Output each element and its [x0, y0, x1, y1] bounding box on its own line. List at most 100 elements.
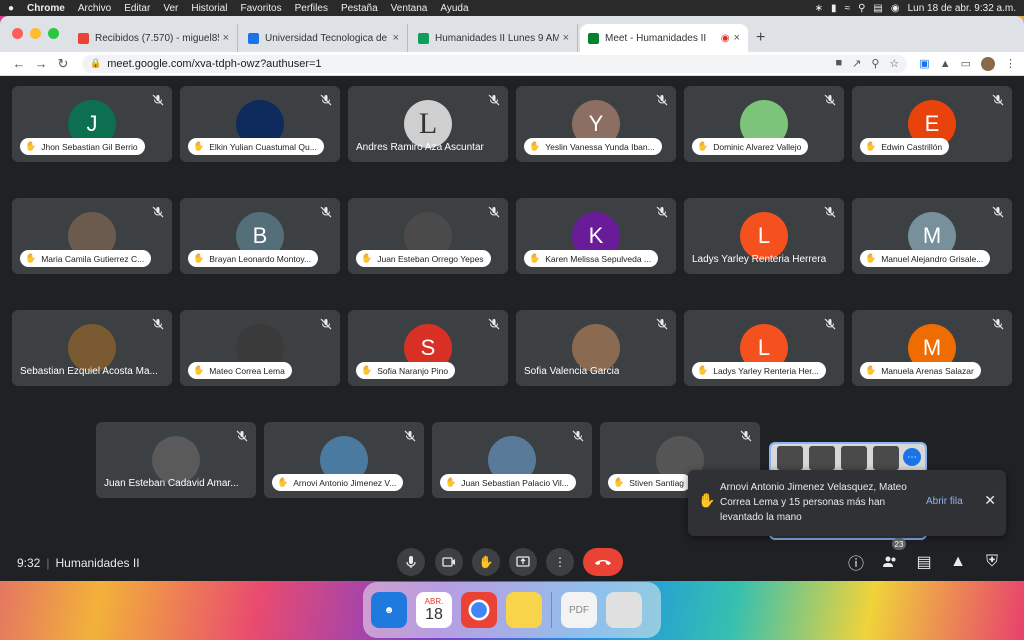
- search-icon[interactable]: ⚲: [858, 3, 865, 14]
- chrome-icon[interactable]: [461, 592, 497, 628]
- raised-hand-icon: ✋: [865, 365, 877, 375]
- browser-window: Recibidos (7.570) - miguel85@ × Universi…: [0, 16, 1024, 581]
- mic-off-icon: [236, 429, 248, 442]
- trash-icon[interactable]: [606, 592, 642, 628]
- camera-in-use-icon[interactable]: ■: [835, 57, 842, 70]
- camera-button[interactable]: [435, 548, 463, 576]
- open-queue-button[interactable]: Abrir fila: [926, 496, 963, 507]
- activities-icon[interactable]: ▲: [948, 552, 968, 572]
- close-tab-icon[interactable]: ×: [393, 32, 399, 44]
- participant-tile[interactable]: ✋ Maria Camila Gutierrez C...: [12, 198, 172, 274]
- chrome-menu-icon[interactable]: ⋮: [1005, 57, 1016, 70]
- profile-avatar[interactable]: [981, 56, 995, 71]
- participant-tile[interactable]: E ✋ Edwin Castrillón: [852, 86, 1012, 162]
- participant-tile[interactable]: J ✋ Jhon Sebastian Gil Berrio: [12, 86, 172, 162]
- participant-tile[interactable]: L Ladys Yarley Renteria Herrera: [684, 198, 844, 274]
- participant-tile[interactable]: Sebastian Ezquiel Acosta Ma...: [12, 310, 172, 386]
- extensions-icon[interactable]: ▲: [940, 58, 951, 70]
- tab-utp[interactable]: Universidad Tecnologica de Pe ×: [240, 24, 408, 52]
- participant-tile[interactable]: Y ✋ Yeslin Vanessa Yunda Iban...: [516, 86, 676, 162]
- participant-tile[interactable]: Sofia Valencia Garcia: [516, 310, 676, 386]
- menu-ventana[interactable]: Ventana: [391, 3, 428, 14]
- host-controls-icon[interactable]: ⛨: [982, 552, 1002, 572]
- more-options-icon[interactable]: ⋯: [903, 448, 921, 466]
- participant-tile[interactable]: M ✋ Manuela Arenas Salazar: [852, 310, 1012, 386]
- zoom-window-button[interactable]: [48, 28, 59, 39]
- participant-name-pill: ✋ Ladys Yarley Renteria Her...: [692, 362, 826, 379]
- share-icon[interactable]: ↗: [852, 57, 861, 70]
- people-icon[interactable]: [880, 552, 900, 572]
- menubar-clock[interactable]: Lun 18 de abr. 9:32 a.m.: [908, 3, 1016, 14]
- wifi-icon[interactable]: ≈: [845, 3, 851, 14]
- menu-perfiles[interactable]: Perfiles: [295, 3, 328, 14]
- new-tab-button[interactable]: +: [756, 24, 765, 52]
- tab-classroom[interactable]: Humanidades II Lunes 9 AM - ×: [410, 24, 578, 52]
- menu-historial[interactable]: Historial: [191, 3, 227, 14]
- menu-favoritos[interactable]: Favoritos: [240, 3, 281, 14]
- participant-tile[interactable]: L ✋ Ladys Yarley Renteria Her...: [684, 310, 844, 386]
- participant-tile[interactable]: ✋ Juan Esteban Orrego Yepes: [348, 198, 508, 274]
- app-menu[interactable]: Chrome: [27, 3, 65, 14]
- translate-icon[interactable]: ▣: [919, 57, 929, 70]
- reload-icon[interactable]: ↻: [52, 56, 74, 72]
- mic-off-icon: [824, 93, 836, 106]
- more-options-button[interactable]: ⋮: [546, 548, 574, 576]
- microphone-button[interactable]: [397, 548, 425, 576]
- participant-tile[interactable]: K ✋ Karen Melissa Sepulveda ...: [516, 198, 676, 274]
- menu-archivo[interactable]: Archivo: [78, 3, 111, 14]
- apple-menu-icon[interactable]: ●: [8, 3, 14, 14]
- url-text: meet.google.com/xva-tdph-owz?authuser=1: [107, 57, 322, 70]
- tab-gmail[interactable]: Recibidos (7.570) - miguel85@ ×: [70, 24, 238, 52]
- menu-ayuda[interactable]: Ayuda: [440, 3, 468, 14]
- finder-icon[interactable]: ☻: [371, 592, 407, 628]
- participant-tile[interactable]: ✋ Juan Sebastian Palacio Vil...: [432, 422, 592, 498]
- side-panel-icon[interactable]: ▭: [961, 57, 971, 70]
- menu-editar[interactable]: Editar: [124, 3, 150, 14]
- bluetooth-icon[interactable]: ∗: [815, 3, 823, 14]
- participant-tile[interactable]: B ✋ Brayan Leonardo Montoy...: [180, 198, 340, 274]
- leave-call-button[interactable]: [583, 548, 623, 576]
- mic-off-icon: [740, 429, 752, 442]
- people-glyph: [883, 556, 896, 567]
- close-window-button[interactable]: [12, 28, 23, 39]
- notes-icon[interactable]: [506, 592, 542, 628]
- participant-tile[interactable]: ✋ Dominic Alvarez Vallejo: [684, 86, 844, 162]
- participant-avatar: [68, 324, 116, 372]
- control-center-icon[interactable]: ▤: [873, 3, 882, 14]
- calendar-icon[interactable]: ABR. 18: [416, 592, 452, 628]
- close-notification-icon[interactable]: ✕: [984, 492, 996, 509]
- participant-tile[interactable]: S ✋ Sofia Naranjo Pino: [348, 310, 508, 386]
- raised-hand-icon: ✋: [697, 141, 709, 151]
- close-tab-icon[interactable]: ×: [563, 32, 569, 44]
- participant-avatar: L: [404, 100, 452, 148]
- participant-tile[interactable]: ✋ Arnovi Antonio Jimenez V...: [264, 422, 424, 498]
- close-tab-icon[interactable]: ×: [223, 32, 229, 44]
- back-icon[interactable]: ←: [8, 56, 30, 71]
- menu-ver[interactable]: Ver: [163, 3, 178, 14]
- raise-hand-button[interactable]: ✋: [472, 548, 500, 576]
- participant-tile[interactable]: ✋ Mateo Correa Lema: [180, 310, 340, 386]
- participant-tile[interactable]: Juan Esteban Cadavid Amar...: [96, 422, 256, 498]
- siri-icon[interactable]: ◉: [891, 3, 900, 14]
- raised-hand-icon: ✋: [361, 253, 373, 263]
- participant-tile[interactable]: L Andres Ramiro Aza Ascuntar: [348, 86, 508, 162]
- battery-icon[interactable]: ▮: [831, 3, 837, 14]
- close-tab-icon[interactable]: ×: [734, 32, 740, 44]
- bookmark-star-icon[interactable]: ☆: [889, 57, 899, 70]
- participant-name-pill: ✋ Dominic Alvarez Vallejo: [692, 138, 809, 155]
- present-screen-button[interactable]: [509, 548, 537, 576]
- pdf-document-icon[interactable]: PDF: [561, 592, 597, 628]
- participant-tile[interactable]: M ✋ Manuel Alejandro Grisale...: [852, 198, 1012, 274]
- lock-icon[interactable]: 🔒: [90, 58, 101, 69]
- menu-pestana[interactable]: Pestaña: [341, 3, 378, 14]
- people-count-badge: 23: [892, 538, 906, 550]
- meeting-name[interactable]: Humanidades II: [55, 556, 139, 570]
- address-bar[interactable]: 🔒 meet.google.com/xva-tdph-owz?authuser=…: [82, 54, 908, 73]
- chat-icon[interactable]: ▤: [914, 552, 934, 572]
- participant-tile[interactable]: ✋ Elkin Yulian Cuastumal Qu...: [180, 86, 340, 162]
- zoom-icon[interactable]: ⚲: [871, 57, 879, 70]
- tab-meet[interactable]: Meet - Humanidades II ◉ ×: [580, 24, 748, 52]
- minimize-window-button[interactable]: [30, 28, 41, 39]
- forward-icon[interactable]: →: [30, 56, 52, 71]
- meeting-details-icon[interactable]: ⓘ: [846, 552, 866, 573]
